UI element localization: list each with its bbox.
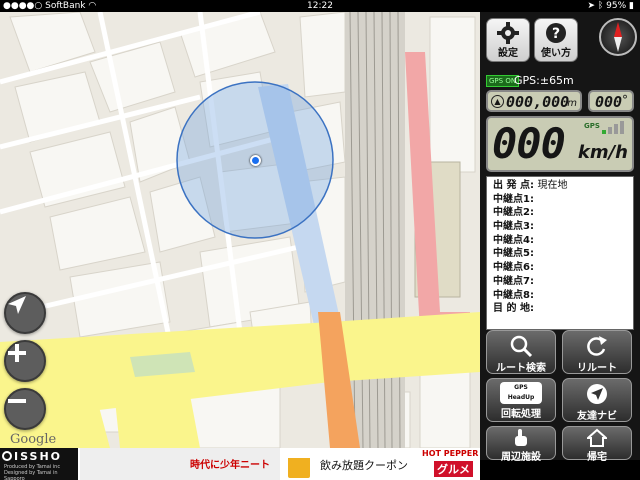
speed-unit: km/h	[577, 142, 628, 163]
gps-headup-icon: GPS HeadUp	[500, 382, 542, 404]
manga-ad-text: 時代に少年ニート	[190, 460, 270, 471]
refresh-icon	[587, 336, 607, 356]
search-icon	[510, 335, 533, 358]
bluetooth-icon: ᛒ	[597, 1, 604, 11]
plus-icon	[8, 344, 26, 362]
list-item[interactable]: 中継点8:	[493, 289, 627, 303]
speed-value: 000	[492, 119, 566, 168]
speed-display: 000 GPS km/h	[486, 116, 634, 172]
distance-value: 000,000	[506, 93, 570, 111]
manga-ad-image: 時代に少年ニート	[80, 448, 280, 480]
svg-text:?: ?	[552, 26, 560, 42]
list-item[interactable]: 中継点7:	[493, 275, 627, 289]
zoom-in-button[interactable]	[4, 340, 46, 382]
friend-navi-button[interactable]: 友達ナビ	[562, 378, 632, 422]
hand-pointer-icon	[515, 429, 527, 446]
help-button[interactable]: ? 使い方	[534, 18, 578, 62]
home-button[interactable]: 帰宅	[562, 426, 632, 463]
heading-unit: °	[622, 93, 628, 107]
nearby-facilities-button[interactable]: 周辺施設	[486, 426, 556, 463]
locate-me-button[interactable]	[4, 292, 46, 334]
gps-signal-icon	[602, 120, 628, 134]
issho-mark-icon	[2, 451, 12, 461]
compass[interactable]	[599, 18, 637, 56]
map-canvas	[0, 12, 480, 448]
status-bar: ●●●●○ SoftBank ◠ 12:22 ➤ ᛒ 95% ▮	[0, 0, 640, 12]
ad-banner[interactable]: ISSHO Produced by Tamai inc Designed by T…	[0, 448, 480, 480]
help-label: 使い方	[541, 48, 571, 59]
current-location-dot	[250, 155, 261, 166]
gps-small-label: GPS	[584, 122, 600, 130]
route-search-button[interactable]: ルート検索	[486, 330, 556, 374]
reroute-button[interactable]: リルート	[562, 330, 632, 374]
list-item[interactable]: 中継点4:	[493, 234, 627, 248]
question-icon: ?	[546, 23, 566, 43]
clock: 12:22	[307, 1, 333, 11]
distance-unit: m	[567, 98, 577, 109]
location-arrow-icon: ➤	[587, 1, 595, 11]
home-icon	[587, 428, 607, 447]
navigation-arrow-icon	[8, 296, 26, 314]
map-view[interactable]: Google	[0, 12, 480, 448]
battery-icon: ▮	[629, 1, 634, 11]
list-item[interactable]: 出 発 点: 現在地	[493, 179, 627, 193]
issho-logo: ISSHO Produced by Tamai inc Designed by T…	[0, 448, 78, 480]
heading-value: 000	[595, 93, 623, 111]
coupon-ad: 飲み放題クーポン HOT PEPPER グルメ	[284, 448, 480, 480]
gourmet-label: グルメ	[434, 461, 473, 477]
rotate-button[interactable]: GPS HeadUp 回転処理	[486, 378, 556, 422]
battery-area: ➤ ᛒ 95% ▮	[587, 1, 634, 11]
control-panel: 設定 ? 使い方 GPS ON GPS:±65m ▲ 000,000 m 000…	[480, 12, 640, 463]
compass-needle-icon	[614, 22, 622, 52]
heading-display: 000 °	[588, 90, 634, 112]
google-attribution: Google	[10, 432, 57, 447]
distance-display: ▲ 000,000 m	[486, 90, 582, 112]
list-item[interactable]: 中継点5:	[493, 247, 627, 261]
gps-status-row: GPS ON GPS:±65m	[486, 74, 636, 88]
waypoint-list: 出 発 点: 現在地 中継点1: 中継点2: 中継点3: 中継点4: 中継点5:…	[486, 176, 634, 330]
hotpepper-label: HOT PEPPER	[422, 449, 479, 458]
list-item[interactable]: 中継点2:	[493, 206, 627, 220]
list-item[interactable]: 中継点3:	[493, 220, 627, 234]
gps-accuracy: GPS:±65m	[514, 74, 574, 87]
beer-icon	[288, 452, 310, 478]
zoom-out-button[interactable]	[4, 388, 46, 430]
gear-icon	[497, 22, 519, 44]
minus-icon	[8, 399, 26, 403]
settings-button[interactable]: 設定	[486, 18, 530, 62]
list-item[interactable]: 目 的 地:	[493, 302, 627, 316]
list-item[interactable]: 中継点1:	[493, 193, 627, 207]
distance-icon: ▲	[491, 95, 504, 108]
list-item[interactable]: 中継点6:	[493, 261, 627, 275]
settings-label: 設定	[498, 48, 518, 59]
friend-navigation-icon	[587, 384, 607, 404]
coupon-text: 飲み放題クーポン	[320, 459, 408, 472]
